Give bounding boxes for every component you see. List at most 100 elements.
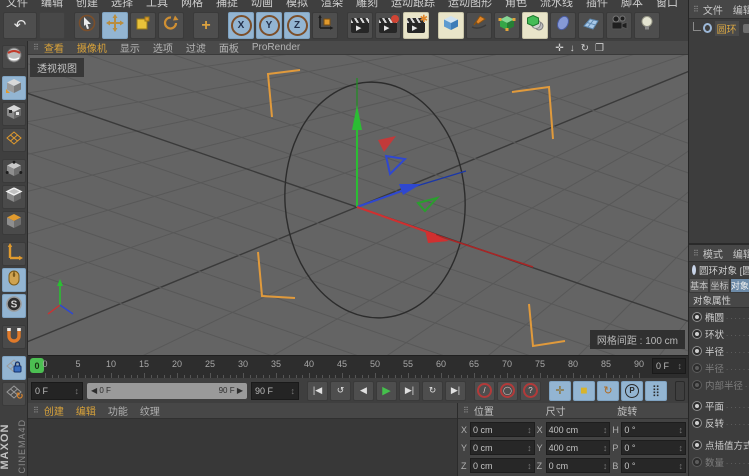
viewport-menu-面板[interactable]: 面板 (219, 40, 239, 55)
record-keyframe-button[interactable]: / (474, 380, 495, 401)
material-menu-功能[interactable]: 功能 (108, 403, 128, 418)
panel-handle-icon[interactable]: ⠿ (463, 406, 469, 415)
rotate-workplane-button[interactable]: ↻ (1, 382, 26, 406)
menu-窗口[interactable]: 窗口 (656, 0, 678, 10)
coord-input[interactable]: 0 cm ↕ (470, 440, 535, 455)
menu-雕刻[interactable]: 雕刻 (356, 0, 378, 10)
menu-工具[interactable]: 工具 (146, 0, 168, 10)
prev-frame-button[interactable]: ◀ (353, 380, 374, 401)
viewport-menu-查看[interactable]: 查看 (44, 40, 64, 55)
primitive-cube-button[interactable] (438, 12, 464, 39)
render-picture-viewer-button[interactable]: ▶ (375, 12, 401, 39)
property-椭圆[interactable]: 椭圆......... (689, 308, 749, 325)
lock-workplane-button[interactable] (1, 356, 26, 380)
coord-input[interactable]: 400 cm ↕ (545, 440, 611, 455)
autokey-button[interactable]: ◯ (497, 380, 518, 401)
menu-创建[interactable]: 创建 (76, 0, 98, 10)
menu-模拟[interactable]: 模拟 (286, 0, 308, 10)
menu-动画[interactable]: 动画 (251, 0, 273, 10)
light-button[interactable] (634, 12, 660, 39)
timeline-ruler[interactable]: 0 0 F ↕ 0 5 10 15 20 25 30 35 40 45 50 55 60 65 70 75 80… (28, 355, 688, 379)
spinner-icon[interactable]: ↕ (75, 386, 80, 396)
material-menu-纹理[interactable]: 纹理 (140, 403, 160, 418)
move-tool-button[interactable] (102, 12, 128, 39)
lock-y-button[interactable]: Y (256, 12, 282, 39)
playback-rate-button[interactable] (675, 380, 685, 401)
rotate-tool-button[interactable] (158, 12, 184, 39)
key-pla-toggle[interactable]: ⣿ (645, 380, 667, 401)
camera-button[interactable] (606, 12, 632, 39)
tab-对象[interactable]: 对象 (729, 278, 749, 293)
menu-插件[interactable]: 插件 (586, 0, 608, 10)
orbit-icon[interactable]: ↻ (581, 43, 589, 54)
key-parameter-toggle[interactable]: P (621, 380, 643, 401)
goto-start-button[interactable]: |◀ (307, 380, 328, 401)
spinner-icon[interactable]: ↕ (678, 361, 683, 371)
property-半径[interactable]: 半径......... (689, 359, 749, 376)
coord-input[interactable]: 400 cm ↕ (545, 422, 611, 437)
texture-mode-button[interactable] (1, 102, 26, 126)
viewport-menu-选项[interactable]: 选项 (153, 40, 173, 55)
coord-input[interactable]: 0 ° ↕ (621, 422, 686, 437)
last-tool-button[interactable]: + (193, 12, 219, 39)
object-row-circle[interactable]: 圆环 (689, 19, 749, 37)
panel-handle-icon[interactable]: ⠿ (33, 406, 39, 415)
render-settings-button[interactable]: ▶ ✱ (403, 12, 429, 39)
workplane-mode-button[interactable] (1, 128, 26, 152)
menu-角色[interactable]: 角色 (505, 0, 527, 10)
property-平面[interactable]: 平面......... (689, 397, 749, 414)
enable-snap-button[interactable] (1, 268, 26, 292)
viewport-menu-ProRender[interactable]: ProRender (252, 42, 300, 53)
paint-mode-button[interactable] (1, 45, 26, 69)
goto-end-button[interactable]: ▶| (445, 380, 466, 401)
live-selection-button[interactable] (74, 12, 100, 39)
menu-网格[interactable]: 网格 (181, 0, 203, 10)
menu-捕捉[interactable]: 捕捉 (216, 0, 238, 10)
key-scale-toggle[interactable]: ◼ (573, 380, 595, 401)
coord-input[interactable]: 0 ° ↕ (621, 440, 686, 455)
menu-文件[interactable]: 文件 (6, 0, 28, 10)
panel-handle-icon[interactable]: ⠿ (693, 249, 699, 258)
lock-z-button[interactable]: Z (284, 12, 310, 39)
layer-chip-icon[interactable] (742, 23, 749, 33)
viewport-menu-摄像机[interactable]: 摄像机 (77, 40, 107, 55)
material-menu-编辑[interactable]: 编辑 (76, 403, 96, 418)
deformers-button[interactable] (550, 12, 576, 39)
frame-range-slider[interactable]: ◀ 0 F 90 F ▶ (87, 382, 247, 399)
end-frame-field[interactable]: 90 F ↕ (251, 381, 299, 400)
object-manager-empty[interactable] (689, 37, 749, 242)
menu-渲染[interactable]: 渲染 (321, 0, 343, 10)
am-menu-mode[interactable]: 模式 (703, 246, 723, 261)
material-list-empty[interactable] (28, 419, 457, 476)
play-button[interactable]: ▶ (376, 380, 397, 401)
subdivision-surface-button[interactable] (494, 12, 520, 39)
edges-mode-button[interactable] (1, 185, 26, 209)
polygons-mode-button[interactable] (1, 211, 26, 235)
undo-button[interactable]: ↶ (3, 12, 37, 39)
spline-pen-button[interactable] (466, 12, 492, 39)
maximize-icon[interactable]: ❐ (595, 43, 604, 54)
property-半径[interactable]: 半径......... (689, 342, 749, 359)
coordinate-system-button[interactable] (312, 12, 338, 39)
viewport-canvas[interactable] (28, 55, 688, 355)
axis-mode-button[interactable] (1, 242, 26, 266)
prev-key-button[interactable]: ↺ (330, 380, 351, 401)
key-position-toggle[interactable]: ✛ (549, 380, 571, 401)
material-menu-创建[interactable]: 创建 (44, 403, 64, 418)
redo-button[interactable] (39, 12, 65, 39)
viewport-menu-过滤[interactable]: 过滤 (186, 40, 206, 55)
floor-button[interactable] (578, 12, 604, 39)
menu-选择[interactable]: 选择 (111, 0, 133, 10)
keyframe-selection-button[interactable]: ? (520, 380, 541, 401)
coord-input[interactable]: 0 cm ↕ (470, 458, 535, 473)
make-editable-button[interactable] (1, 76, 26, 100)
am-menu-edit[interactable]: 编辑 (733, 246, 749, 261)
tab-基本[interactable]: 基本 (689, 278, 710, 293)
soft-selection-button[interactable]: S (1, 294, 26, 318)
property-反转[interactable]: 反转......... (689, 414, 749, 431)
property-点插值方式[interactable]: 点插值方式 (689, 436, 749, 453)
generators-button[interactable] (522, 12, 548, 39)
spinner-icon[interactable]: ↕ (291, 386, 296, 396)
property-环状[interactable]: 环状......... (689, 325, 749, 342)
coord-input[interactable]: 0 cm ↕ (470, 422, 535, 437)
